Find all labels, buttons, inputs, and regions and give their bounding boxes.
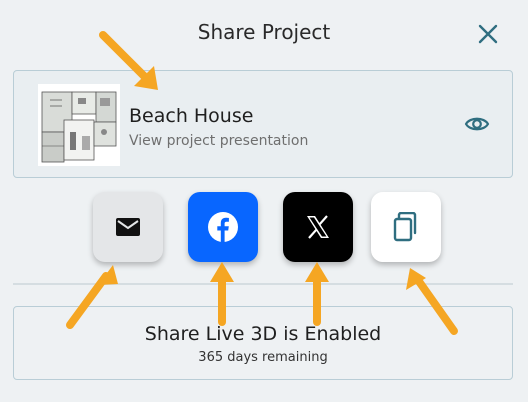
share-facebook-button[interactable]: [188, 192, 258, 262]
annotation-arrowhead: [406, 268, 426, 290]
x-icon: [307, 215, 329, 239]
view-project-button[interactable]: [462, 111, 492, 137]
live-3d-status-card: Share Live 3D is Enabled 365 days remain…: [13, 306, 513, 380]
live-3d-status-title: Share Live 3D is Enabled: [144, 323, 382, 345]
close-button[interactable]: [472, 18, 504, 50]
mail-icon: [116, 218, 140, 236]
copy-icon: [393, 212, 417, 242]
project-card[interactable]: Beach House View project presentation: [13, 70, 513, 178]
divider: [13, 283, 513, 285]
annotation-arrowhead: [210, 262, 234, 282]
eye-icon: [464, 117, 490, 131]
project-subtitle: View project presentation: [129, 133, 309, 149]
project-name: Beach House: [129, 105, 254, 127]
copy-link-button[interactable]: [371, 192, 441, 262]
annotation-arrowhead: [305, 262, 329, 282]
floor-plan-thumbnail: [38, 84, 120, 166]
share-email-button[interactable]: [93, 192, 163, 262]
facebook-icon: [208, 212, 238, 242]
close-icon: [478, 24, 498, 44]
live-3d-days-remaining: 365 days remaining: [198, 350, 328, 365]
annotation-arrowhead: [98, 265, 118, 285]
share-x-button[interactable]: [283, 192, 353, 262]
page-title: Share Project: [197, 20, 331, 44]
